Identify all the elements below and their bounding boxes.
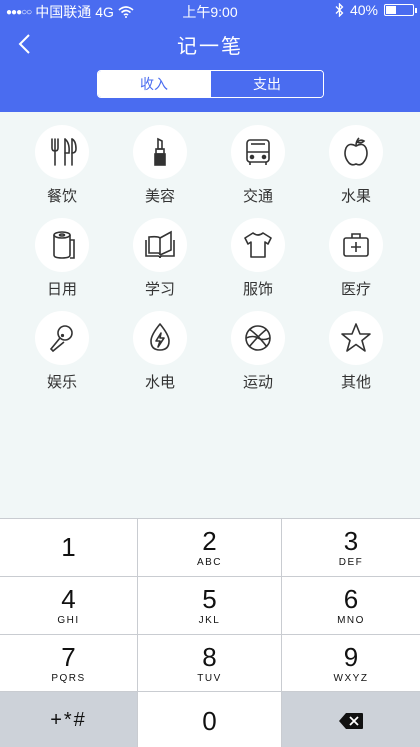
tab-income[interactable]: 收入	[98, 71, 211, 97]
category-grid: 餐饮 美容 交通 水果 日用 学习 服饰 医疗 娱乐 水电 运动 其他	[0, 125, 420, 404]
battery-icon	[384, 4, 417, 16]
category-entertainment[interactable]: 娱乐	[13, 311, 111, 404]
apple-icon	[344, 137, 368, 166]
key-7[interactable]: 7 PQRS	[0, 635, 137, 691]
category-beauty[interactable]: 美容	[111, 125, 209, 218]
category-utilities[interactable]: 水电	[111, 311, 209, 404]
status-bar: ●●●○○ 中国联通 4G 上午9:00 40%	[0, 0, 420, 22]
key-delete[interactable]	[282, 692, 420, 747]
numeric-keypad: 1 2 ABC 3 DEF 4 GHI 5 JKL 6 MNO 7 PQRS 8…	[0, 518, 420, 747]
paper-roll-icon	[53, 231, 75, 259]
nav-bar: 记一笔	[0, 24, 420, 64]
key-5[interactable]: 5 JKL	[138, 577, 281, 634]
category-fruit[interactable]: 水果	[307, 125, 405, 218]
category-label: 交通	[242, 188, 273, 205]
battery-percent: 40%	[349, 2, 378, 18]
basketball-icon	[245, 325, 271, 351]
lipstick-icon	[154, 137, 166, 166]
category-other[interactable]: 其他	[307, 311, 405, 404]
backspace-icon	[339, 712, 363, 729]
key-6[interactable]: 6 MNO	[282, 577, 420, 634]
header: ●●●○○ 中国联通 4G 上午9:00 40% 记一笔 收入 支出	[0, 0, 420, 112]
category-label: 其他	[340, 374, 371, 391]
key-8[interactable]: 8 TUV	[138, 635, 281, 691]
book-icon	[145, 230, 175, 259]
category-label: 日用	[46, 281, 77, 298]
category-daily[interactable]: 日用	[13, 218, 111, 311]
category-label: 水电	[144, 374, 175, 391]
star-icon	[341, 323, 371, 352]
bluetooth-icon	[335, 3, 344, 17]
category-label: 运动	[242, 374, 273, 391]
page-title: 记一笔	[177, 36, 243, 58]
category-dining[interactable]: 餐饮	[13, 125, 111, 218]
tab-expense[interactable]: 支出	[211, 71, 323, 97]
category-clothing[interactable]: 服饰	[209, 218, 307, 311]
medical-kit-icon	[343, 233, 369, 257]
category-label: 娱乐	[46, 374, 77, 391]
water-drop-bolt-icon	[150, 323, 170, 351]
key-symbols[interactable]: +*#	[0, 692, 137, 747]
category-label: 美容	[144, 188, 175, 205]
key-9[interactable]: 9 WXYZ	[282, 635, 420, 691]
key-0[interactable]: 0	[138, 692, 281, 747]
income-expense-toggle: 收入 支出	[97, 70, 324, 98]
key-1[interactable]: 1	[0, 519, 137, 576]
category-label: 医疗	[340, 281, 371, 298]
category-label: 服饰	[242, 281, 273, 298]
category-study[interactable]: 学习	[111, 218, 209, 311]
microphone-icon	[49, 325, 73, 353]
category-sports[interactable]: 运动	[209, 311, 307, 404]
category-label: 水果	[340, 188, 371, 205]
key-4[interactable]: 4 GHI	[0, 577, 137, 634]
category-label: 餐饮	[46, 188, 77, 205]
tshirt-icon	[244, 232, 272, 258]
utensils-icon	[51, 138, 77, 166]
key-2[interactable]: 2 ABC	[138, 519, 281, 576]
category-label: 学习	[144, 281, 175, 298]
category-medical[interactable]: 医疗	[307, 218, 405, 311]
bus-icon	[246, 139, 270, 165]
category-transport[interactable]: 交通	[209, 125, 307, 218]
battery-level	[386, 6, 397, 14]
key-3[interactable]: 3 DEF	[282, 519, 420, 576]
